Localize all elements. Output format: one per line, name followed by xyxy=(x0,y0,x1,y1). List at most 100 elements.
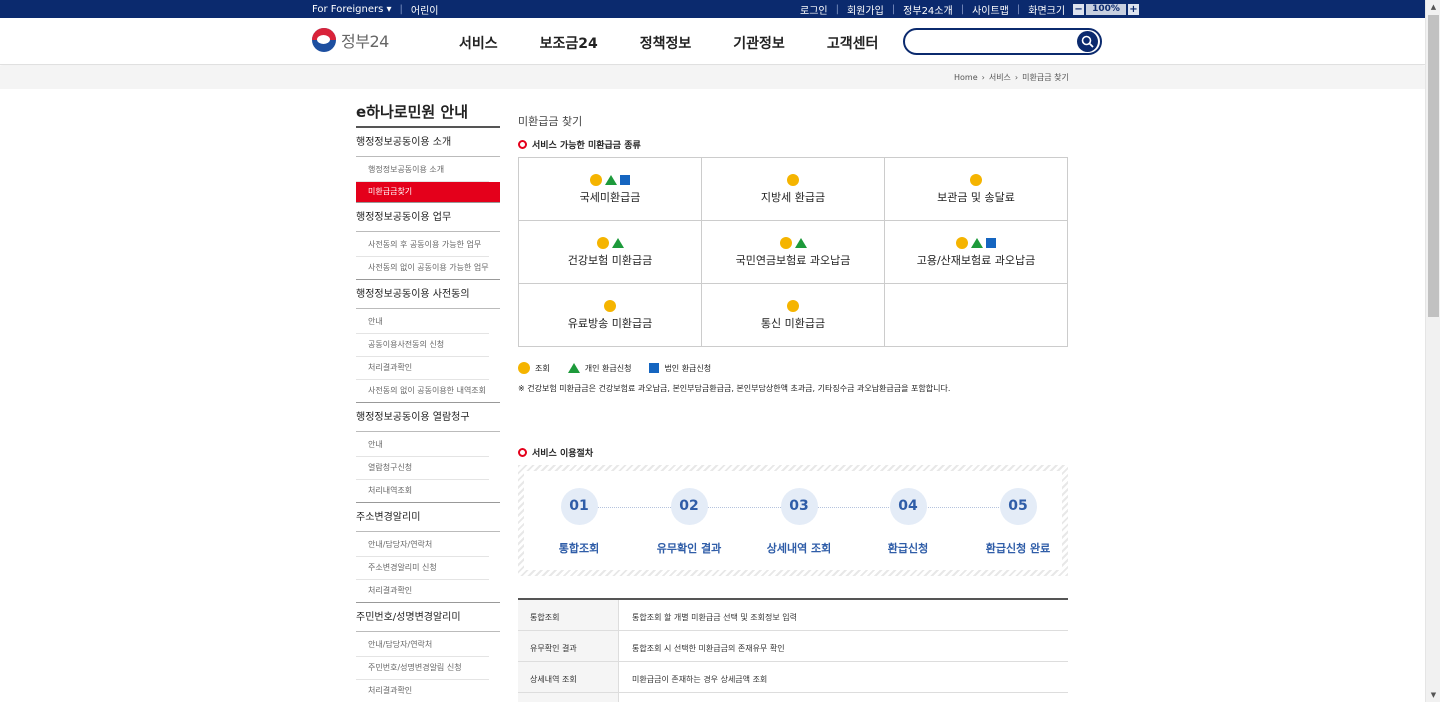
sidebar-section-inspection[interactable]: 행정정보공동이용 열람청구 xyxy=(356,403,500,432)
step-label: 환급신청 완료 xyxy=(985,542,1051,555)
sidebar-item-no-consent-tasks[interactable]: 사전동의 없이 공동이용 가능한 업무 xyxy=(356,257,489,279)
service-marks xyxy=(787,173,799,186)
sidebar-section-consent[interactable]: 행정정보공동이용 사전동의 xyxy=(356,280,500,309)
sidebar-item-consent-tasks[interactable]: 사전동의 후 공동이용 가능한 업무 xyxy=(356,234,489,257)
zoom-out-button[interactable]: − xyxy=(1073,4,1085,15)
service-marks xyxy=(596,236,624,249)
breadcrumb-current: 미환급금 찾기 xyxy=(1022,73,1069,82)
separator: | xyxy=(891,4,896,15)
site-logo[interactable]: 정부24 xyxy=(312,28,389,52)
scrollbar[interactable]: ▲ ▼ xyxy=(1425,0,1440,702)
nav-services[interactable]: 서비스 xyxy=(459,33,498,53)
sidebar-section-id-alert[interactable]: 주민번호/성명변경알리미 xyxy=(356,603,500,632)
circle-marker-icon xyxy=(956,236,968,249)
sidebar-sublist: 안내 공동이용사전동의 신청 처리결과확인 사전동의 없이 공동이용한 내역조회 xyxy=(356,309,500,403)
sidebar-section-address-alert[interactable]: 주소변경알리미 xyxy=(356,503,500,532)
refund-type-cell: 고용/산재보험료 과오납금 xyxy=(885,221,1068,284)
sidebar-item-consent-guide[interactable]: 안내 xyxy=(356,311,489,334)
sidebar-sublist: 안내/담당자/연락처 주민번호/성명변경알림 신청 처리결과확인 xyxy=(356,632,500,702)
refund-type-name: 국민연금보험료 과오납금 xyxy=(735,253,851,267)
utility-left: For Foreigners ▾ | 어린이 xyxy=(312,2,438,17)
process-step: 02 유무확인 결과 xyxy=(639,488,739,556)
sidebar-item-id-guide[interactable]: 안내/담당자/연락처 xyxy=(356,634,489,657)
legend-corporate: 법인 환급신청 xyxy=(649,363,711,374)
triangle-marker-icon xyxy=(605,174,617,185)
process-steps-box: 01 통합조회 02 유무확인 결과 03 상세내역 조회 04 환급신청 05 환급신청 완료 xyxy=(518,465,1068,576)
sidebar-item-consent-apply[interactable]: 공동이용사전동의 신청 xyxy=(356,334,489,357)
table-row: 통합조회 통합조회 할 개별 미환급금 선택 및 조회정보 입력 xyxy=(518,600,1068,631)
sidebar-item-consent-history[interactable]: 사전동의 없이 공동이용한 내역조회 xyxy=(356,380,489,402)
refund-type-name: 통신 미환급금 xyxy=(760,316,826,330)
row-description: 통합조회 시 선택한 미환급금의 존재유무 확인 xyxy=(632,644,785,653)
circle-marker-icon xyxy=(590,173,602,186)
step-number: 01 xyxy=(560,488,598,525)
about-link[interactable]: 정부24소개 xyxy=(903,2,953,17)
square-marker-icon xyxy=(649,363,660,373)
legend: 조회 개인 환급신청 법인 환급신청 xyxy=(518,361,1068,375)
bullet-ring-icon xyxy=(518,139,527,149)
breadcrumb-services[interactable]: 서비스 xyxy=(989,72,1011,83)
separator: | xyxy=(1016,4,1021,15)
process-steps: 01 통합조회 02 유무확인 결과 03 상세내역 조회 04 환급신청 05 환급신청 완료 xyxy=(524,471,1062,570)
nav-subsidy24[interactable]: 보조금24 xyxy=(540,33,598,53)
step-label: 환급신청 xyxy=(887,542,929,555)
page: For Foreigners ▾ | 어린이 로그인 | 회원가입 | 정부24… xyxy=(0,0,1440,702)
sidebar-item-refund-search[interactable]: 미환급금찾기 xyxy=(356,182,500,202)
login-link[interactable]: 로그인 xyxy=(800,2,828,17)
scrollbar-thumb[interactable] xyxy=(1428,15,1439,317)
refund-type-name: 건강보험 미환급금 xyxy=(567,253,653,267)
breadcrumb-home[interactable]: Home xyxy=(954,73,978,82)
sidebar: e하나로민원 안내 행정정보공동이용 소개 행정정보공동이용 소개 미환급금찾기… xyxy=(356,101,500,702)
search-button[interactable] xyxy=(1077,31,1098,52)
row-header: 통합조회 xyxy=(518,600,619,630)
kids-link[interactable]: 어린이 xyxy=(411,2,439,17)
utility-bar: For Foreigners ▾ | 어린이 로그인 | 회원가입 | 정부24… xyxy=(0,0,1425,18)
health-insurance-note: ※ 건강보험 미환급금은 건강보험료 과오납금, 본인부담금환급금, 본인부담상… xyxy=(518,384,951,393)
sidebar-item-id-result[interactable]: 처리결과확인 xyxy=(356,680,489,702)
scroll-down-arrow-icon[interactable]: ▼ xyxy=(1426,688,1440,702)
types-heading-text: 서비스 가능한 미환급금 종류 xyxy=(532,140,641,151)
sidebar-item-address-apply[interactable]: 주소변경알리미 신청 xyxy=(356,557,489,580)
refund-type-cell: 보관금 및 송달료 xyxy=(885,158,1068,221)
row-description: 통합조회된 미환급액을 개별기관 방문신청 없이 온라인으로 일괄 신청 xyxy=(619,693,1068,702)
sidebar-section-intro[interactable]: 행정정보공동이용 소개 xyxy=(356,128,500,157)
sidebar-item-inspection-history[interactable]: 처리내역조회 xyxy=(356,480,489,502)
sidebar-item-consent-result[interactable]: 처리결과확인 xyxy=(356,357,489,380)
triangle-marker-icon xyxy=(971,237,983,248)
chevron-right-icon: › xyxy=(981,73,985,82)
sidebar-item-inspection-apply[interactable]: 열람청구신청 xyxy=(356,457,489,480)
sidebar-item-address-guide[interactable]: 안내/담당자/연락처 xyxy=(356,534,489,557)
step-number: 02 xyxy=(670,488,708,525)
nav-agency[interactable]: 기관정보 xyxy=(733,33,785,53)
circle-marker-icon xyxy=(779,236,792,249)
for-foreigners-link[interactable]: For Foreigners ▾ xyxy=(312,4,392,15)
refund-type-cell: 지방세 환급금 xyxy=(702,158,885,221)
sidebar-item-inspection-guide[interactable]: 안내 xyxy=(356,434,489,457)
service-marks xyxy=(779,236,807,249)
legend-lookup: 조회 xyxy=(518,362,550,374)
sidebar-sublist: 사전동의 후 공동이용 가능한 업무 사전동의 없이 공동이용 가능한 업무 xyxy=(356,232,500,280)
table-row: 유무확인 결과 통합조회 시 선택한 미환급금의 존재유무 확인 xyxy=(518,631,1068,662)
triangle-marker-icon xyxy=(794,237,807,248)
process-step: 05 환급신청 완료 xyxy=(968,488,1068,556)
refund-type-cell: 국세미환급금 xyxy=(519,158,702,221)
bullet-ring-icon xyxy=(518,447,527,457)
sidebar-item-address-result[interactable]: 처리결과확인 xyxy=(356,580,489,602)
sidebar-item-id-apply[interactable]: 주민번호/성명변경알림 신청 xyxy=(356,657,489,680)
sidebar-section-tasks[interactable]: 행정정보공동이용 업무 xyxy=(356,203,500,232)
nav-customer-center[interactable]: 고객센터 xyxy=(827,33,879,53)
signup-link[interactable]: 회원가입 xyxy=(847,2,884,17)
refund-type-cell: 유료방송 미환급금 xyxy=(519,284,702,347)
sitemap-link[interactable]: 사이트맵 xyxy=(972,2,1009,17)
step-number: 03 xyxy=(780,488,818,525)
square-marker-icon xyxy=(620,174,630,185)
service-marks xyxy=(604,299,616,312)
breadcrumb-band: Home › 서비스 › 미환급금 찾기 xyxy=(0,66,1425,89)
nav-policy[interactable]: 정책정보 xyxy=(640,33,692,53)
row-header: 상세내역 조회 xyxy=(518,662,619,692)
main-content: 미환급금 찾기 서비스 가능한 미환급금 종류 국세미환급금 지방세 환급금 보관금… xyxy=(518,113,1068,702)
zoom-in-button[interactable]: + xyxy=(1127,4,1139,15)
scroll-up-arrow-icon[interactable]: ▲ xyxy=(1426,0,1440,14)
sidebar-item-intro[interactable]: 행정정보공동이용 소개 xyxy=(356,159,489,182)
search-input[interactable] xyxy=(915,33,1075,50)
